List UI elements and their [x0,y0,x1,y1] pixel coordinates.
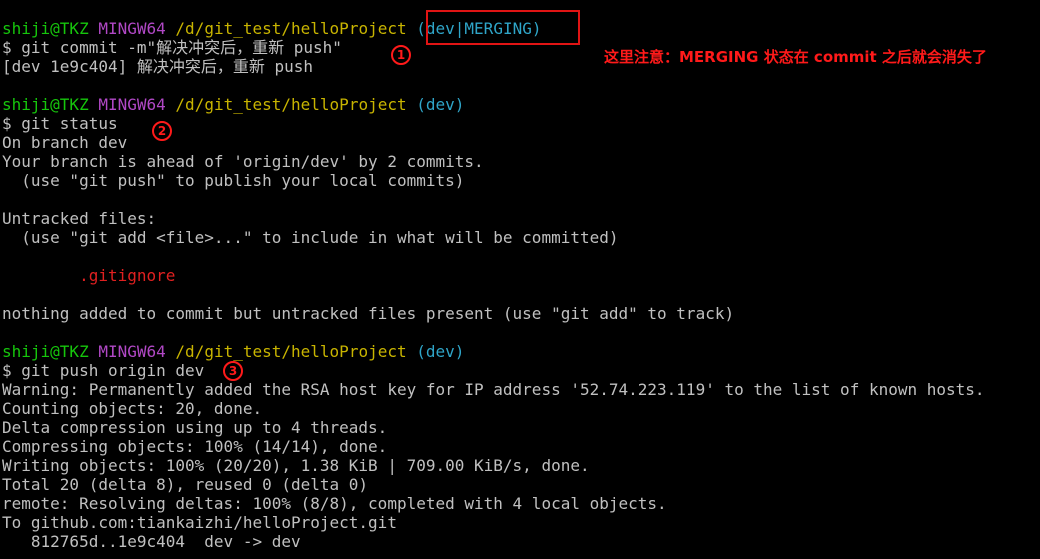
output-line: To github.com:tiankaizhi/helloProject.gi… [2,513,397,532]
output-line: remote: Resolving deltas: 100% (8/8), co… [2,494,667,513]
command-line-1: $ git commit -m"解决冲突后，重新 push" [2,38,342,57]
merging-highlight-box [426,10,580,45]
prompt-line-2: shiji@TKZ MINGW64 /d/git_test/helloProje… [2,95,464,114]
output-line: Writing objects: 100% (20/20), 1.38 KiB … [2,456,590,475]
output-line: Compressing objects: 100% (14/14), done. [2,437,388,456]
prompt-user: shiji@TKZ [2,95,89,114]
output-line: (use "git add <file>..." to include in w… [2,228,619,247]
output-line: Your branch is ahead of 'origin/dev' by … [2,152,484,171]
prompt-user: shiji@TKZ [2,19,89,38]
prompt-path: /d/git_test/helloProject [175,342,407,361]
output-line: 812765d..1e9c404 dev -> dev [2,532,301,551]
command-line-3: $ git push origin dev [2,361,205,380]
output-line: Warning: Permanently added the RSA host … [2,380,985,399]
output-line: Counting objects: 20, done. [2,399,263,418]
prompt-user: shiji@TKZ [2,342,89,361]
output-line: Delta compression using up to 4 threads. [2,418,388,437]
step-marker-2: 2 [152,121,172,141]
output-line: nothing added to commit but untracked fi… [2,304,735,323]
merging-note: 这里注意：MERGING 状态在 commit 之后就会消失了 [604,48,987,66]
untracked-file-line: .gitignore [2,266,176,285]
command-line-2: $ git status [2,114,118,133]
prompt-branch: (dev) [416,342,465,361]
prompt-msystem: MINGW64 [98,19,166,38]
step-marker-1: 1 [391,45,411,65]
prompt-path: /d/git_test/helloProject [175,19,407,38]
output-line: Total 20 (delta 8), reused 0 (delta 0) [2,475,369,494]
prompt-path: /d/git_test/helloProject [175,95,407,114]
output-line: Untracked files: [2,209,157,228]
commit-result-line: [dev 1e9c404] 解决冲突后，重新 push [2,57,314,76]
prompt-msystem: MINGW64 [98,342,166,361]
step-marker-3: 3 [223,361,243,381]
output-line: (use "git push" to publish your local co… [2,171,465,190]
prompt-msystem: MINGW64 [98,95,166,114]
output-line: On branch dev [2,133,128,152]
prompt-line-3: shiji@TKZ MINGW64 /d/git_test/helloProje… [2,342,464,361]
terminal-window[interactable]: shiji@TKZ MINGW64 /d/git_test/helloProje… [0,0,1040,559]
prompt-branch: (dev) [416,95,465,114]
